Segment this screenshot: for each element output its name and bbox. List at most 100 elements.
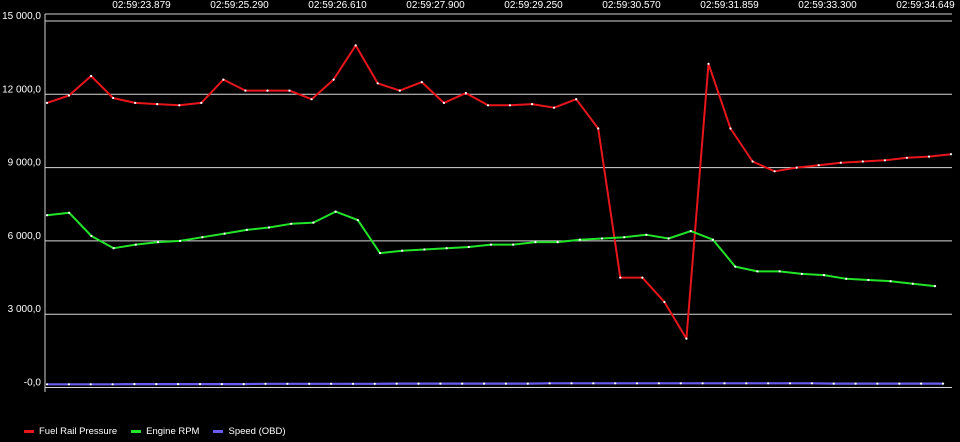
data-point xyxy=(200,101,203,104)
data-point xyxy=(641,276,644,279)
data-point xyxy=(548,382,551,385)
data-point xyxy=(134,101,137,104)
data-point xyxy=(156,103,159,106)
data-point xyxy=(288,89,291,92)
data-point xyxy=(222,78,225,81)
y-tick-labels: 15 000,0 12 000,0 9 000,0 6 000,0 3 000,0 -0,… xyxy=(2,11,41,389)
data-point xyxy=(267,226,271,229)
data-point xyxy=(663,300,666,304)
data-point xyxy=(941,382,945,385)
data-point xyxy=(729,127,732,130)
legend-item-fuel-rail-pressure[interactable]: Fuel Rail Pressure xyxy=(24,426,117,437)
data-point xyxy=(839,161,842,164)
data-point xyxy=(600,237,604,240)
y-tick-label: -0,0 xyxy=(24,378,42,389)
data-point xyxy=(112,96,115,100)
data-point xyxy=(933,285,937,288)
data-point xyxy=(376,82,379,85)
data-point xyxy=(645,233,648,236)
data-point xyxy=(861,160,864,163)
data-point xyxy=(89,383,92,386)
data-point xyxy=(489,243,493,246)
data-point xyxy=(133,383,136,386)
data-point xyxy=(483,382,486,385)
data-point xyxy=(312,221,315,224)
data-point xyxy=(354,44,357,47)
data-point xyxy=(45,101,49,104)
data-point xyxy=(442,101,445,104)
x-tick-label: 02:59:34.649 xyxy=(896,0,955,11)
data-point xyxy=(832,382,835,385)
data-point xyxy=(112,247,115,250)
legend-swatch-engine-rpm xyxy=(131,430,142,433)
data-point xyxy=(614,382,617,385)
data-point xyxy=(356,219,359,222)
data-point xyxy=(177,383,180,386)
legend-label-fuel-rail-pressure: Fuel Rail Pressure xyxy=(39,426,118,437)
data-point xyxy=(597,127,600,130)
y-tick-label: 9 000,0 xyxy=(8,158,42,169)
legend-item-speed-obd[interactable]: Speed (OBD) xyxy=(213,426,286,437)
data-point xyxy=(756,270,759,273)
data-point xyxy=(689,230,692,233)
data-point xyxy=(920,382,923,385)
data-point xyxy=(778,270,781,273)
y-tick-label: 12 000,0 xyxy=(2,84,41,95)
legend-swatch-speed-obd xyxy=(213,430,224,433)
data-point xyxy=(245,228,248,231)
data-point xyxy=(575,98,578,101)
data-point xyxy=(679,382,682,385)
legend-label-speed-obd: Speed (OBD) xyxy=(228,426,286,437)
data-point xyxy=(67,383,70,386)
data-point xyxy=(401,249,404,252)
data-point xyxy=(707,62,710,65)
data-point xyxy=(467,245,470,249)
data-point xyxy=(867,278,870,282)
legend-item-engine-rpm[interactable]: Engine RPM xyxy=(131,426,199,437)
data-point xyxy=(398,89,401,92)
legend-label-engine-rpm: Engine RPM xyxy=(146,426,200,437)
x-tick-label: 02:59:30.570 xyxy=(602,0,661,11)
data-point xyxy=(220,383,223,386)
data-point xyxy=(201,236,204,239)
x-tick-label: 02:59:29.250 xyxy=(504,0,563,11)
data-point xyxy=(883,159,887,162)
data-point xyxy=(845,277,848,280)
data-point xyxy=(657,382,661,385)
data-point xyxy=(667,237,670,240)
data-point xyxy=(570,382,573,385)
data-point xyxy=(198,383,202,386)
data-point xyxy=(905,156,909,159)
data-point xyxy=(286,382,289,385)
data-point xyxy=(423,248,426,251)
data-point xyxy=(45,383,49,386)
data-point xyxy=(504,382,507,385)
data-point xyxy=(332,78,335,81)
y-tick-label: 3 000,0 xyxy=(8,304,42,315)
x-tick-label: 02:59:25.290 xyxy=(210,0,269,11)
data-point xyxy=(334,210,337,213)
data-point xyxy=(623,236,626,239)
x-tick-label: 02:59:27.900 xyxy=(406,0,465,11)
data-point xyxy=(464,92,467,95)
data-point xyxy=(179,239,182,242)
x-tick-labels: 02:59:23.879 02:59:25.290 02:59:26.610 02:5… xyxy=(112,0,955,11)
data-point xyxy=(264,382,267,385)
data-point xyxy=(242,383,245,386)
data-point xyxy=(351,382,355,385)
data-point xyxy=(526,382,529,385)
data-point xyxy=(395,382,398,385)
data-point xyxy=(800,272,803,275)
data-point xyxy=(701,382,704,385)
data-point xyxy=(685,337,688,340)
data-point xyxy=(155,383,158,386)
data-point xyxy=(290,222,293,225)
data-point xyxy=(512,243,515,246)
data-point xyxy=(508,104,512,107)
data-point xyxy=(486,104,490,107)
data-point xyxy=(751,160,754,163)
series-line-speed-obd xyxy=(47,382,943,386)
data-point xyxy=(773,170,776,173)
data-point xyxy=(745,382,748,385)
legend: Fuel Rail Pressure Engine RPM Speed (OBD… xyxy=(24,426,286,437)
